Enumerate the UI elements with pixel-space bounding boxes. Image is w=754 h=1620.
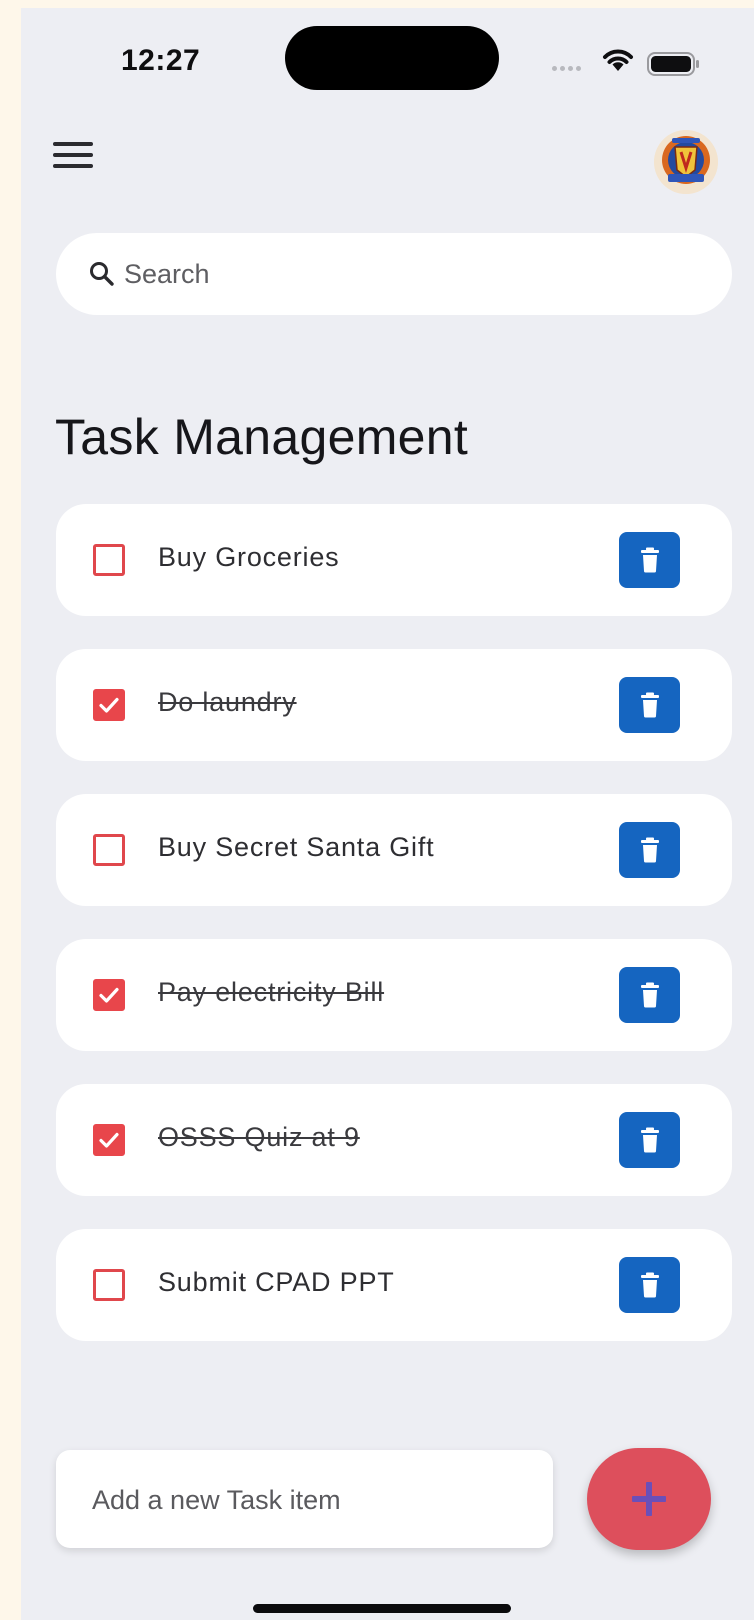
task-item: Submit CPAD PPT	[56, 1229, 732, 1341]
plus-icon	[632, 1482, 666, 1516]
task-item: OSSS Quiz at 9	[56, 1084, 732, 1196]
new-task-input[interactable]	[90, 1450, 534, 1550]
task-item: Buy Secret Santa Gift	[56, 794, 732, 906]
task-label: Pay electricity Bill	[158, 977, 385, 1007]
task-checkbox[interactable]	[93, 1269, 125, 1301]
task-checkbox[interactable]	[93, 1124, 125, 1156]
trash-icon	[640, 837, 659, 863]
trash-icon	[640, 692, 659, 718]
delete-task-button[interactable]	[619, 822, 680, 878]
institution-logo-icon	[654, 130, 718, 194]
delete-task-button[interactable]	[619, 677, 680, 733]
checkmark-icon	[99, 987, 119, 1003]
checkmark-icon	[99, 1132, 119, 1148]
trash-icon	[640, 1127, 659, 1153]
delete-task-button[interactable]	[619, 1257, 680, 1313]
task-label: Buy Groceries	[158, 542, 340, 572]
delete-task-button[interactable]	[619, 1112, 680, 1168]
task-item: Pay electricity Bill	[56, 939, 732, 1051]
avatar[interactable]	[654, 130, 718, 194]
task-list: Buy Groceries Do laundry Buy Secret Sant…	[56, 504, 732, 1374]
task-checkbox[interactable]	[93, 834, 125, 866]
delete-task-button[interactable]	[619, 967, 680, 1023]
checkmark-icon	[99, 697, 119, 713]
page-title: Task Management	[55, 409, 469, 465]
new-task-field[interactable]	[56, 1450, 553, 1550]
trash-icon	[640, 547, 659, 573]
status-time: 12:27	[121, 44, 201, 77]
task-label: Submit CPAD PPT	[158, 1267, 395, 1297]
trash-icon	[640, 1272, 659, 1298]
search-bar[interactable]	[56, 233, 732, 315]
phone-screen: 12:27 Task Manageme	[21, 8, 754, 1620]
delete-task-button[interactable]	[619, 532, 680, 588]
task-checkbox[interactable]	[93, 979, 125, 1011]
task-checkbox[interactable]	[93, 544, 125, 576]
task-item: Do laundry	[56, 649, 732, 761]
battery-icon	[647, 52, 699, 76]
home-indicator	[253, 1604, 511, 1613]
search-icon	[90, 262, 114, 286]
cellular-signal-icon	[552, 66, 581, 71]
dynamic-island	[285, 26, 499, 90]
hamburger-menu-icon[interactable]	[53, 142, 93, 172]
add-task-button[interactable]	[587, 1448, 711, 1550]
task-label: OSSS Quiz at 9	[158, 1122, 360, 1152]
task-label: Do laundry	[158, 687, 297, 717]
wifi-icon	[603, 49, 633, 71]
task-label: Buy Secret Santa Gift	[158, 832, 435, 862]
task-checkbox[interactable]	[93, 689, 125, 721]
task-item: Buy Groceries	[56, 504, 732, 616]
trash-icon	[640, 982, 659, 1008]
search-input[interactable]	[122, 257, 686, 291]
